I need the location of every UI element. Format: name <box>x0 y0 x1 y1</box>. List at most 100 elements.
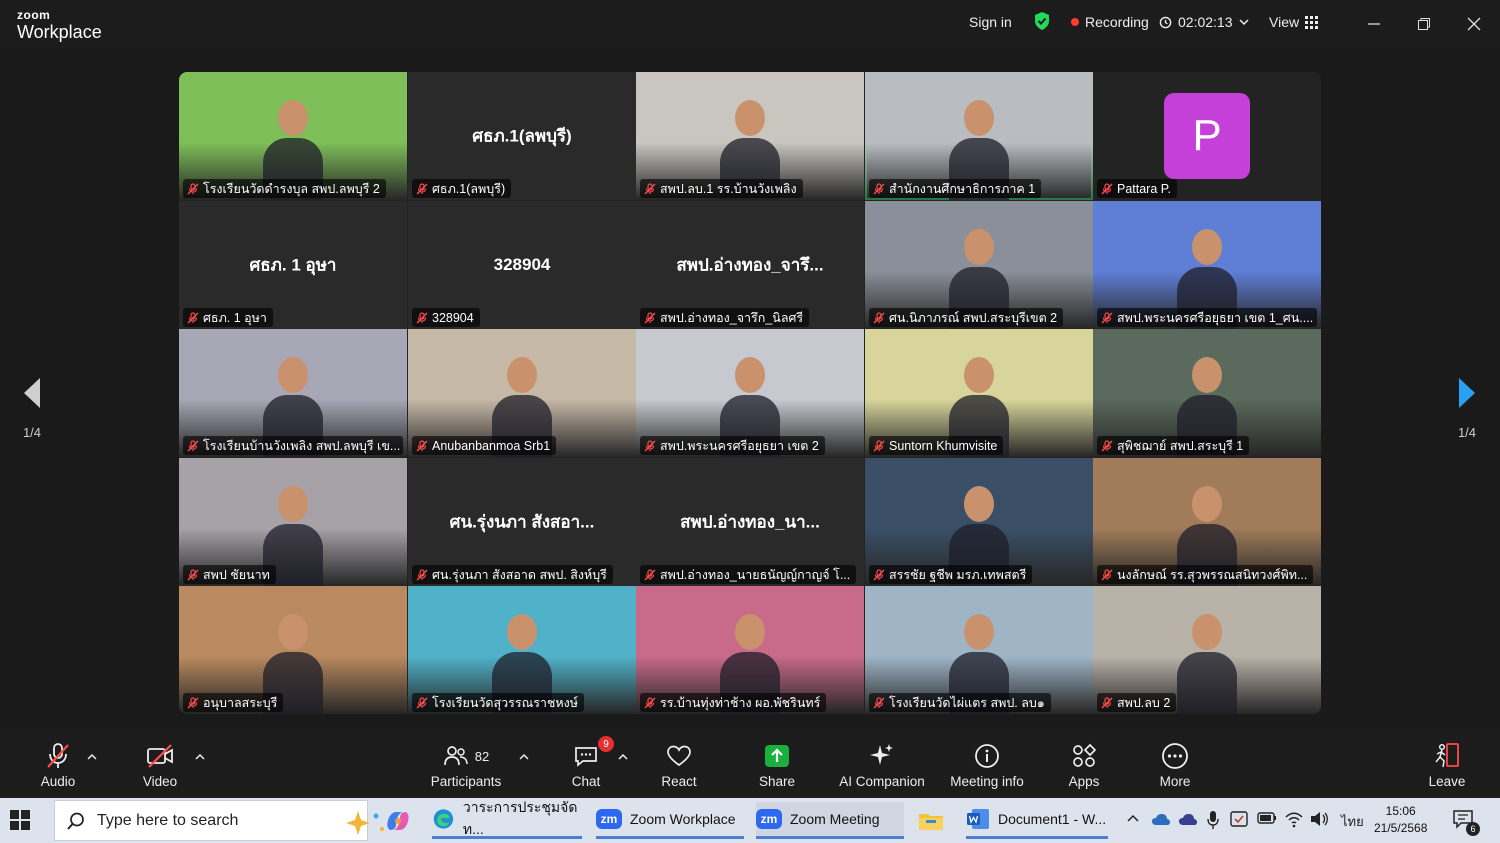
participant-tile[interactable]: 328904 328904 <box>408 201 636 329</box>
participant-name: อนุบาลสระบุรี <box>203 695 278 710</box>
onedrive-icon[interactable] <box>1151 810 1171 828</box>
meeting-info-button[interactable]: Meeting info <box>947 742 1027 789</box>
participant-tile[interactable]: สพป.ลบ 2 <box>1093 586 1321 714</box>
taskbar-app-zoom-workplace[interactable]: zm Zoom Workplace <box>596 802 744 839</box>
participant-tile[interactable]: สรรชัย ฐชีพ มรภ.เทพสตรี <box>865 458 1093 586</box>
taskbar-app-word[interactable]: Document1 - W... <box>966 802 1108 839</box>
participant-name-label: โรงเรียนบ้านวังเพลิง สพป.ลพบุรี เข... <box>183 436 403 455</box>
more-button[interactable]: More <box>1155 742 1195 789</box>
participant-tile[interactable]: Anubanbanmoa Srb1 <box>408 329 636 457</box>
participant-name-label: ศน.รุ่งนภา สังสอาด สพป. สิงห์บุรี <box>412 565 613 584</box>
view-button[interactable]: View <box>1269 14 1319 30</box>
participant-tile[interactable]: ศธภ.1(ลพบุรี) ศธภ.1(ลพบุรี) <box>408 72 636 200</box>
brand-small: zoom <box>17 8 51 22</box>
microphone-icon[interactable] <box>1206 810 1220 830</box>
chat-button[interactable]: 9 Chat <box>566 736 614 789</box>
record-dot-icon <box>1071 18 1079 26</box>
share-button[interactable]: Share <box>757 742 797 789</box>
participant-tile[interactable]: ศธภ. 1 อุษา ศธภ. 1 อุษา <box>179 201 407 329</box>
participant-tile[interactable]: Suntorn Khumvisite <box>865 329 1093 457</box>
participant-tile[interactable]: สุพิชฌาย์ สพป.สระบุรี 1 <box>1093 329 1321 457</box>
taskbar-app-zoom-meeting-label: Zoom Meeting <box>790 811 880 827</box>
participant-name: สพป.พระนครศรีอยุธยา เขต 2 <box>660 438 819 453</box>
taskbar-app-zoom-meeting[interactable]: zm Zoom Meeting <box>756 802 904 839</box>
audio-button[interactable]: Audio <box>38 742 78 789</box>
volume-icon[interactable] <box>1309 810 1329 828</box>
search-icon <box>67 812 84 830</box>
participant-name: Anubanbanmoa Srb1 <box>432 438 551 453</box>
participant-tile[interactable]: โรงเรียนวัดสุวรรณราชหงษ์ <box>408 586 636 714</box>
close-icon[interactable] <box>1459 10 1489 38</box>
participant-name: สพป.ลบ.1 รร.บ้านวังเพลิง <box>660 181 797 196</box>
taskbar-search-input[interactable]: Type here to search <box>54 800 394 841</box>
windows-taskbar: Type here to search วาระการประชุมจัดท...… <box>0 798 1500 843</box>
encryption-shield-icon[interactable] <box>1033 11 1051 31</box>
ai-companion-button[interactable]: AI Companion <box>838 742 926 789</box>
participant-tile[interactable]: สพป ชัยนาท <box>179 458 407 586</box>
onedrive-business-icon[interactable] <box>1178 810 1198 828</box>
restore-icon[interactable] <box>1409 10 1439 38</box>
participant-avatar: P <box>1164 93 1250 179</box>
participant-tile[interactable]: โรงเรียนบ้านวังเพลิง สพป.ลพบุรี เข... <box>179 329 407 457</box>
participant-tile[interactable]: สพป.อ่างทอง_นา... สพป.อ่างทอง_นายธนัญญ์กา… <box>636 458 864 586</box>
zoom-app-icon: zm <box>596 809 622 829</box>
video-button[interactable]: Video <box>140 742 180 789</box>
participant-tile[interactable]: สำนักงานศึกษาธิการภาค 1 <box>865 72 1093 200</box>
mic-muted-icon <box>187 696 199 708</box>
participants-options-chevron-icon[interactable] <box>519 752 529 762</box>
security-tray-icon[interactable] <box>1230 810 1248 828</box>
taskbar-app-edge[interactable]: วาระการประชุมจัดท... <box>432 799 582 839</box>
participant-tile[interactable]: สพป.ลบ.1 รร.บ้านวังเพลิง <box>636 72 864 200</box>
participant-name-label: นงลักษณ์ รร.สุวพรรณสนิทวงศ์พิท... <box>1097 565 1314 584</box>
sign-in-button[interactable]: Sign in <box>969 14 1012 30</box>
participant-name: สพป.ลบ 2 <box>1117 695 1171 710</box>
minimize-icon[interactable] <box>1359 10 1389 38</box>
participant-tile[interactable]: โรงเรียนวัดไผ่แตร สพป. ลบ๑ <box>865 586 1093 714</box>
meeting-stage: 1/4 1/4 โรงเรียนวัดดำรงบุล สพป.ลพบุรี 2 ศ… <box>0 48 1500 734</box>
next-page-button[interactable]: 1/4 <box>1447 376 1487 440</box>
share-screen-icon <box>765 745 789 767</box>
participant-tile[interactable]: นงลักษณ์ รร.สุวพรรณสนิทวงศ์พิท... <box>1093 458 1321 586</box>
leave-button[interactable]: Leave <box>1427 742 1467 789</box>
participant-name-label: สพป.อ่างทอง_จารึก_นิลศรี <box>640 308 810 327</box>
chat-options-chevron-icon[interactable] <box>618 752 628 762</box>
participant-tile[interactable]: รร.บ้านทุ่งท่าช้าง ผอ.พัชรินทร์ <box>636 586 864 714</box>
audio-options-chevron-icon[interactable] <box>87 752 97 762</box>
video-options-chevron-icon[interactable] <box>195 752 205 762</box>
participant-display-name: สพป.อ่างทอง_จารึ... <box>676 255 824 275</box>
participant-tile[interactable]: ศน.รุ่งนภา สังสอา... ศน.รุ่งนภา สังสอาด ส… <box>408 458 636 586</box>
meeting-info-label: Meeting info <box>950 774 1024 789</box>
react-button[interactable]: React <box>659 742 699 789</box>
participant-name: สพป.อ่างทอง_นายธนัญญ์กาญจ์ โ... <box>660 567 851 582</box>
participant-tile[interactable]: สพป.พระนครศรีอยุธยา เขต 2 <box>636 329 864 457</box>
prev-page-button[interactable]: 1/4 <box>12 376 52 440</box>
participant-name-label: สพป.พระนครศรีอยุธยา เขต 2 <box>640 436 825 455</box>
windows-start-icon[interactable] <box>10 810 30 830</box>
participant-name-label: สรรชัย ฐชีพ มรภ.เทพสตรี <box>869 565 1033 584</box>
apps-button[interactable]: Apps <box>1064 742 1104 789</box>
taskbar-clock[interactable]: 15:06 21/5/2568 <box>1374 803 1427 837</box>
chat-icon <box>575 747 597 767</box>
recording-indicator[interactable]: Recording <box>1071 14 1149 30</box>
tray-chevron-up-icon[interactable] <box>1127 813 1139 825</box>
taskbar-copilot-icon[interactable] <box>384 802 412 839</box>
participant-name: โรงเรียนวัดดำรงบุล สพป.ลพบุรี 2 <box>203 181 380 196</box>
participant-tile[interactable]: อนุบาลสระบุรี <box>179 586 407 714</box>
input-language[interactable]: ไทย <box>1341 811 1364 832</box>
ai-companion-label: AI Companion <box>839 774 925 789</box>
battery-icon[interactable] <box>1257 810 1277 826</box>
wifi-icon[interactable] <box>1284 810 1304 828</box>
participant-name: สพป.อ่างทอง_จารึก_นิลศรี <box>660 310 804 325</box>
participant-tile[interactable]: โรงเรียนวัดดำรงบุล สพป.ลพบุรี 2 <box>179 72 407 200</box>
participant-tile[interactable]: สพป.พระนครศรีอยุธยา เขต 1_ศน.... <box>1093 201 1321 329</box>
participant-tile[interactable]: P Pattara P. <box>1093 72 1321 200</box>
participant-name-label: สุพิชฌาย์ สพป.สระบุรี 1 <box>1097 436 1250 455</box>
meeting-timer[interactable]: 02:02:13 <box>1159 14 1249 30</box>
participant-tile[interactable]: สพป.อ่างทอง_จารึ... สพป.อ่างทอง_จารึก_นิล… <box>636 201 864 329</box>
participant-tile[interactable]: ศน.นิภาภรณ์ สพป.สระบุรีเขต 2 <box>865 201 1093 329</box>
notification-center-button[interactable]: 6 <box>1452 808 1480 836</box>
taskbar-file-explorer-icon[interactable] <box>918 802 944 839</box>
taskbar-app-zoom-workplace-label: Zoom Workplace <box>630 811 736 827</box>
participants-button[interactable]: 82 Participants <box>428 742 504 789</box>
participant-display-name: สพป.อ่างทอง_นา... <box>680 512 820 532</box>
